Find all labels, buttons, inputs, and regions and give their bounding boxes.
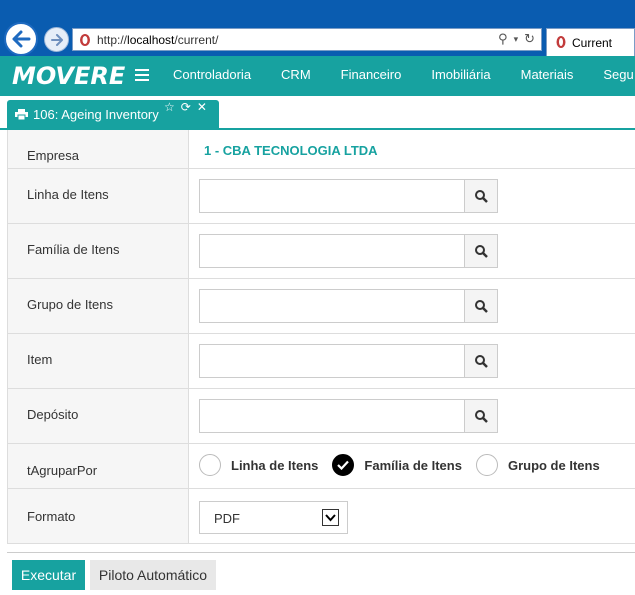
form-row-agrupar: tAgruparPor Linha de Itens Família de It… xyxy=(8,444,635,489)
arrow-right-icon xyxy=(50,33,63,46)
radio-label: Família de Itens xyxy=(364,457,462,473)
checkmark-icon xyxy=(337,460,350,470)
search-button[interactable] xyxy=(464,344,498,378)
form-row-deposito: Depósito xyxy=(8,389,635,444)
app-header: MOVERE Controladoria CRM Financeiro Imob… xyxy=(0,56,635,96)
form-row-grupo: Grupo de Itens xyxy=(8,279,635,334)
address-url: http://localhost/current/ xyxy=(97,33,219,47)
field-label: Empresa xyxy=(8,130,189,168)
menu-item-financeiro[interactable]: Financeiro xyxy=(326,56,417,96)
search-button[interactable] xyxy=(464,179,498,213)
radio-linha-itens[interactable]: Linha de Itens xyxy=(199,454,318,476)
search-icon xyxy=(474,244,488,258)
star-icon[interactable]: ☆ xyxy=(164,100,175,114)
arrow-left-icon xyxy=(12,30,31,48)
browser-tab[interactable]: Current xyxy=(546,28,635,56)
search-button[interactable] xyxy=(464,234,498,268)
deposito-input[interactable] xyxy=(199,399,464,433)
forward-button[interactable] xyxy=(44,27,69,52)
form-row-empresa: Empresa 1 - CBA TECNOLOGIA LTDA xyxy=(8,130,635,169)
form-row-item: Item xyxy=(8,334,635,389)
menu-item-crm[interactable]: CRM xyxy=(266,56,326,96)
menu-item-imobiliaria[interactable]: Imobiliária xyxy=(416,56,505,96)
refresh-icon[interactable]: ⟳ xyxy=(181,100,191,114)
radio-circle-checked[interactable] xyxy=(332,454,355,476)
field-label: Linha de Itens xyxy=(8,169,189,223)
radio-circle[interactable] xyxy=(475,454,498,476)
format-select[interactable]: PDF xyxy=(199,501,348,534)
field-label: Depósito xyxy=(8,389,189,443)
field-label: Grupo de Itens xyxy=(8,279,189,333)
search-icon xyxy=(474,409,488,423)
page-favicon-icon xyxy=(80,34,90,46)
refresh-icon[interactable]: ↻ xyxy=(524,31,535,47)
field-label: tAgruparPor xyxy=(8,444,189,488)
search-icon xyxy=(474,354,488,368)
menu-item-controladoria[interactable]: Controladoria xyxy=(158,56,266,96)
main-menu: Controladoria CRM Financeiro Imobiliária… xyxy=(158,56,635,96)
radio-grupo-itens[interactable]: Grupo de Itens xyxy=(475,454,600,476)
radio-label: Linha de Itens xyxy=(231,457,319,473)
back-button[interactable] xyxy=(4,22,38,56)
report-form: Empresa 1 - CBA TECNOLOGIA LTDA Linha de… xyxy=(7,130,635,544)
search-icon xyxy=(474,299,488,313)
search-icon xyxy=(474,189,488,203)
close-icon[interactable]: ✕ xyxy=(197,100,207,114)
auto-pilot-button[interactable]: Piloto Automático xyxy=(90,560,216,590)
field-label: Item xyxy=(8,334,189,388)
address-bar[interactable]: http://localhost/current/ ⚲ ▾ ↻ xyxy=(72,28,542,51)
panel-tab[interactable]: 106: Ageing Inventory ☆ ⟳ ✕ xyxy=(7,100,219,128)
panel-title: 106: Ageing Inventory xyxy=(33,107,159,122)
format-select-value: PDF xyxy=(214,511,240,526)
radio-circle[interactable] xyxy=(199,454,221,476)
hamburger-menu-icon[interactable] xyxy=(135,69,149,81)
radio-label: Grupo de Itens xyxy=(507,457,600,473)
linha-itens-input[interactable] xyxy=(199,179,464,213)
familia-itens-input[interactable] xyxy=(199,234,464,268)
group-by-radio-group: Linha de Itens Família de Itens Grupo de… xyxy=(199,454,614,476)
print-icon xyxy=(15,109,28,120)
search-button[interactable] xyxy=(464,399,498,433)
field-label: Formato xyxy=(8,489,189,543)
chevron-down-icon[interactable] xyxy=(322,509,339,526)
logo-text: MOVERE xyxy=(12,62,126,90)
search-icon[interactable]: ⚲ xyxy=(498,31,508,47)
company-value: 1 - CBA TECNOLOGIA LTDA xyxy=(204,143,378,158)
browser-chrome: http://localhost/current/ ⚲ ▾ ↻ Current xyxy=(0,0,635,56)
form-row-familia: Família de Itens xyxy=(8,224,635,279)
menu-item-materiais[interactable]: Materiais xyxy=(506,56,589,96)
item-input[interactable] xyxy=(199,344,464,378)
tab-title: Current xyxy=(572,36,613,50)
tab-favicon-icon xyxy=(556,36,566,48)
form-row-formato: Formato PDF xyxy=(8,489,635,544)
menu-item-seguranca[interactable]: Segu xyxy=(588,56,635,96)
search-button[interactable] xyxy=(464,289,498,323)
footer-divider xyxy=(7,552,635,553)
radio-familia-itens[interactable]: Família de Itens xyxy=(332,454,462,476)
form-row-linha: Linha de Itens xyxy=(8,169,635,224)
grupo-itens-input[interactable] xyxy=(199,289,464,323)
field-label: Família de Itens xyxy=(8,224,189,278)
dropdown-icon[interactable]: ▾ xyxy=(514,34,519,45)
logo[interactable]: MOVERE xyxy=(12,62,125,90)
execute-button[interactable]: Executar xyxy=(12,560,85,590)
